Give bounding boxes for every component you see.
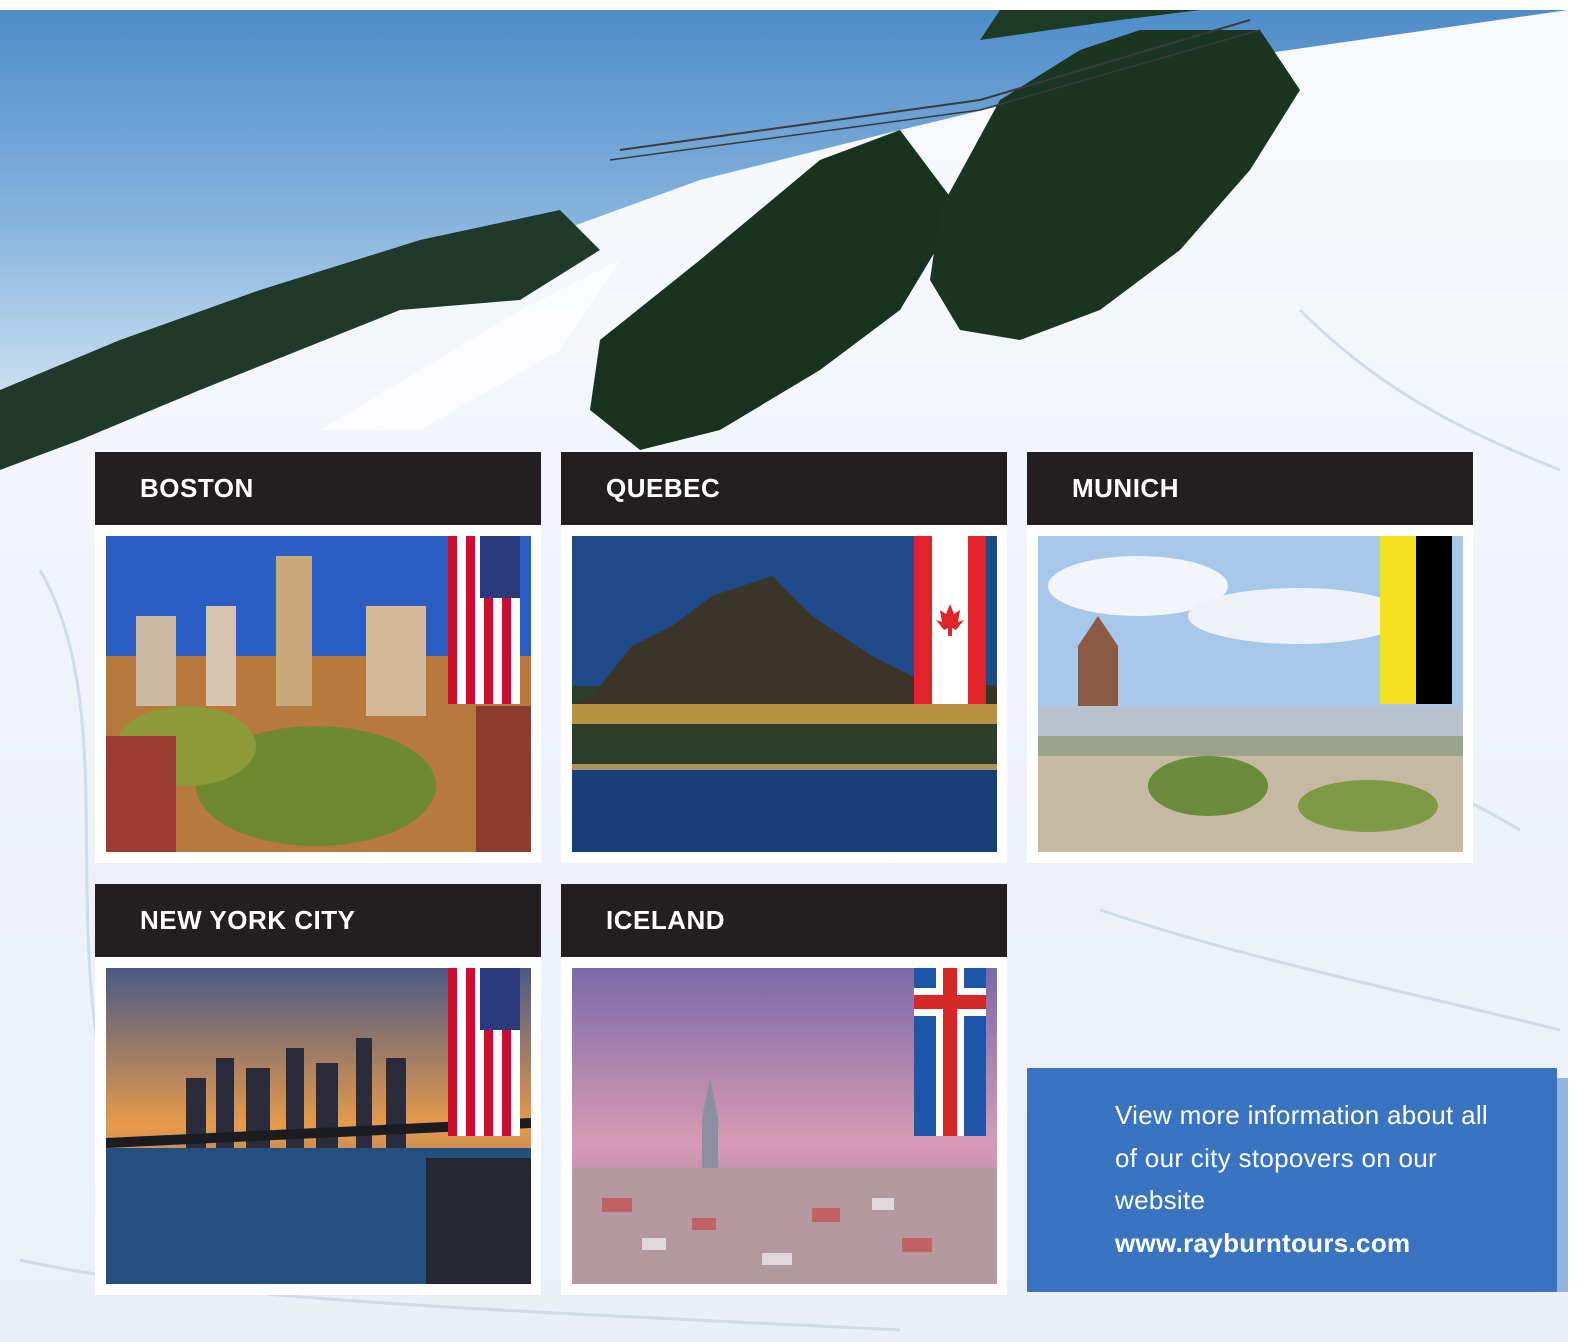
info-description: View more information about all of our c… [1115,1100,1489,1215]
city-stopovers-page: BOSTON QUEBEC MUNICH NEW YORK CITY ICELA… [0,0,1588,1342]
munich-flag-icon [1380,536,1452,704]
city-card-boston[interactable]: BOSTON [95,452,541,863]
info-box: View more information about all of our c… [1027,1068,1557,1292]
iceland-flag-icon [914,968,986,1136]
usa-flag-icon [448,536,520,704]
card-header: BOSTON [95,452,541,525]
city-card-new-york-city[interactable]: NEW YORK CITY [95,884,541,1295]
canada-flag-icon [914,536,986,704]
city-title: ICELAND [606,905,726,935]
city-card-iceland[interactable]: ICELAND [561,884,1007,1295]
city-card-quebec[interactable]: QUEBEC [561,452,1007,863]
city-title: MUNICH [1072,473,1179,503]
card-header: ICELAND [561,884,1007,957]
city-card-munich[interactable]: MUNICH [1027,452,1473,863]
info-box-edge [1556,1078,1568,1292]
card-header: MUNICH [1027,452,1473,525]
city-title: BOSTON [140,473,254,503]
card-header: NEW YORK CITY [95,884,541,957]
website-link[interactable]: www.rayburntours.com [1115,1222,1515,1265]
usa-flag-icon [448,968,520,1136]
city-title: NEW YORK CITY [140,905,356,935]
card-header: QUEBEC [561,452,1007,525]
info-text: View more information about all of our c… [1115,1094,1515,1264]
city-title: QUEBEC [606,473,721,503]
